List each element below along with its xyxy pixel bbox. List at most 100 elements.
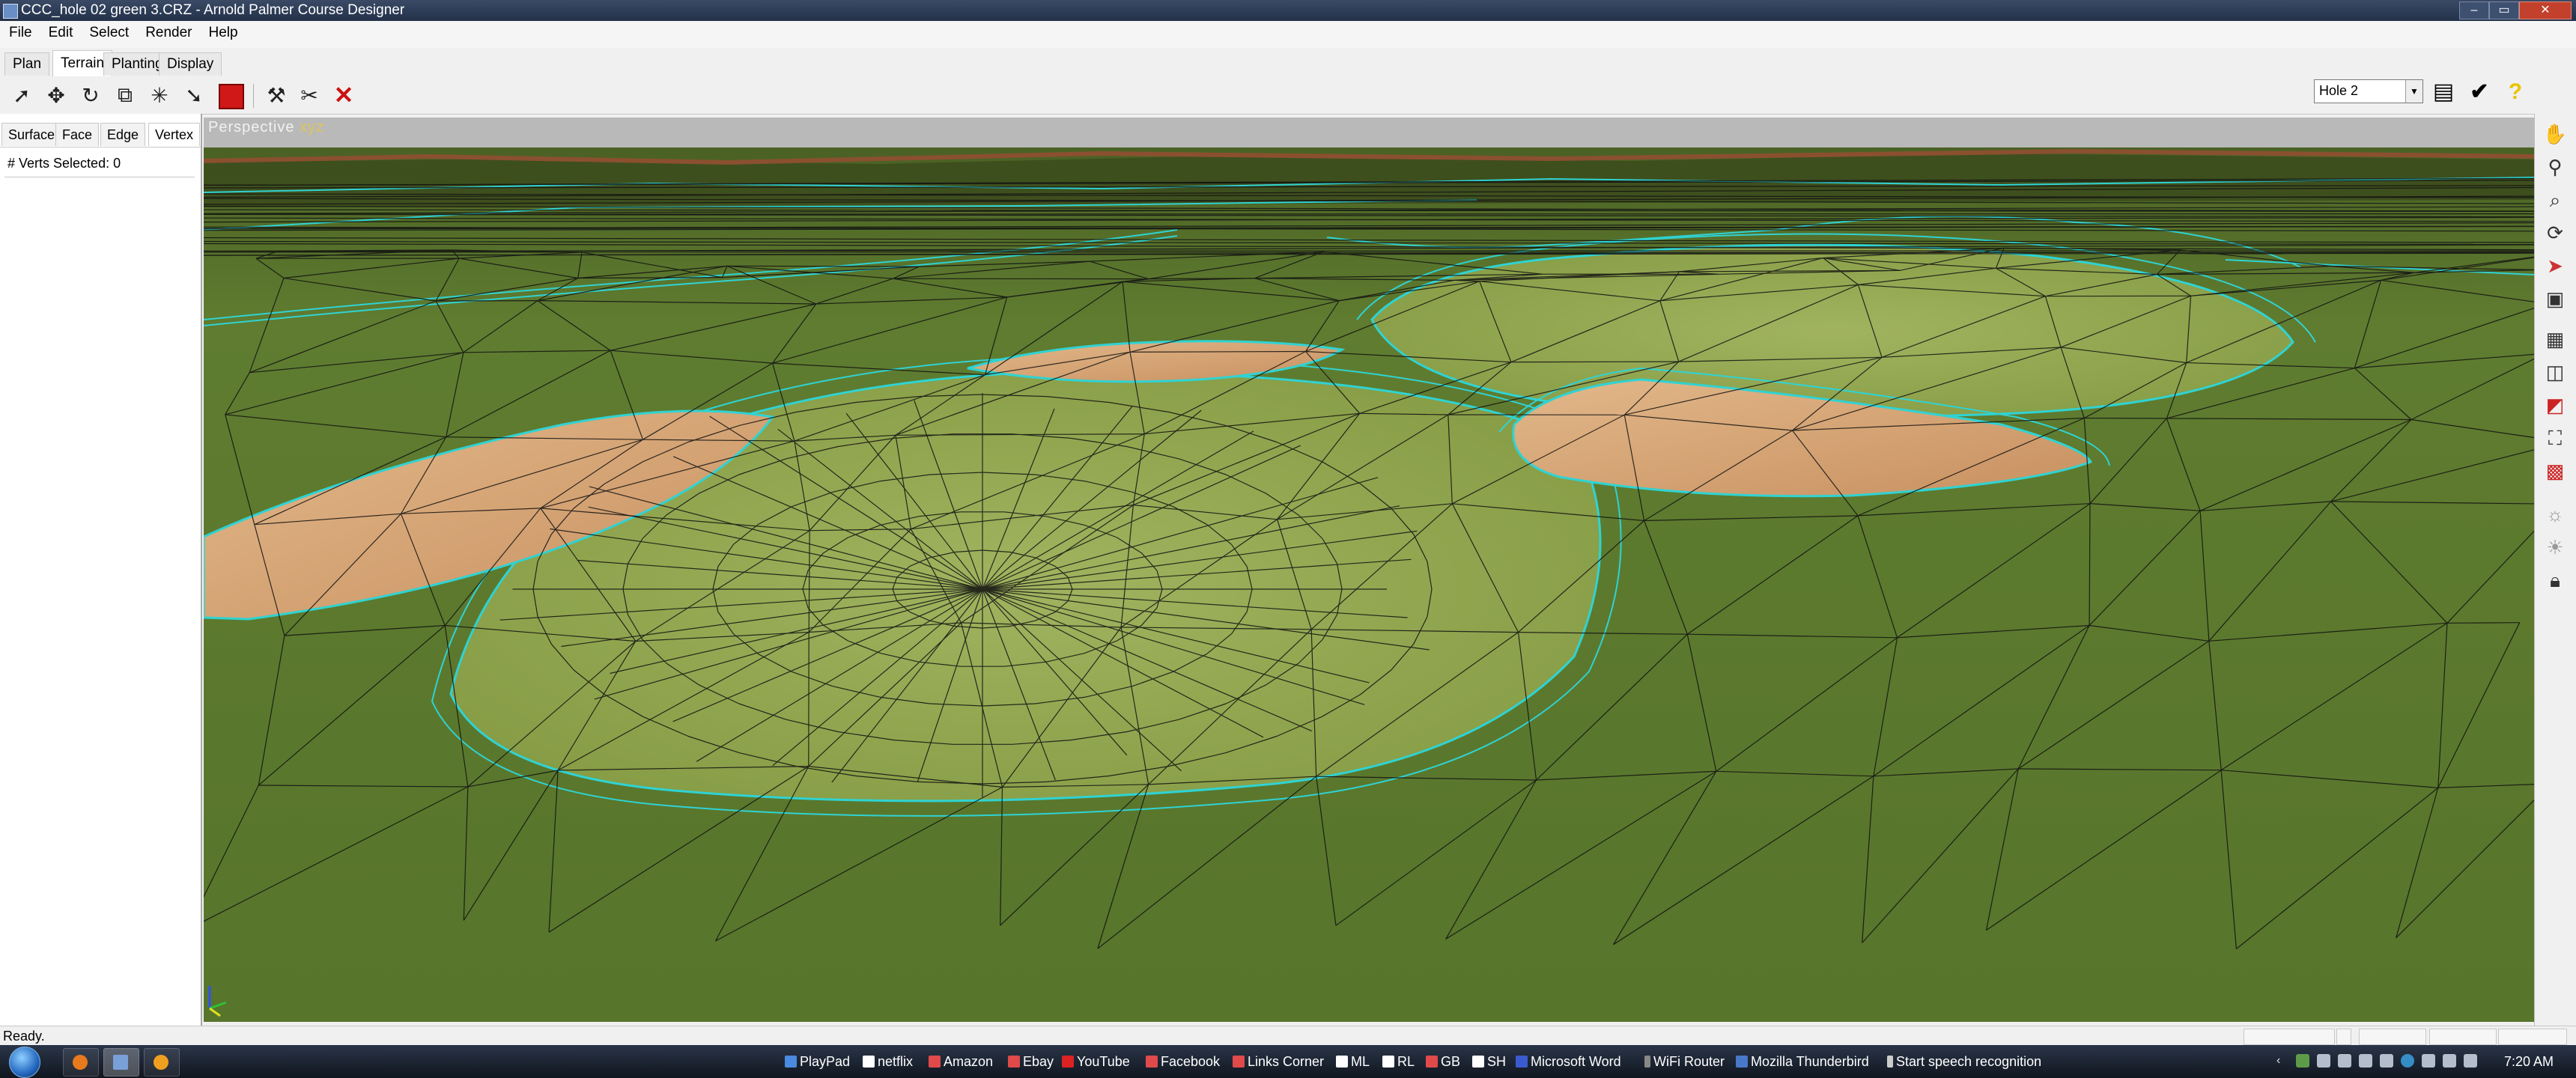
quicklink-label: Microsoft Word (1531, 1054, 1621, 1069)
tray-network-icon[interactable] (2380, 1054, 2393, 1068)
menu-help[interactable]: Help (200, 21, 246, 48)
menu-edit[interactable]: Edit (40, 21, 81, 48)
tray-app-icon[interactable] (2296, 1054, 2309, 1068)
tray-signal-icon[interactable] (2443, 1054, 2456, 1068)
tab-edge[interactable]: Edge (100, 123, 146, 146)
status-bar: Ready. (0, 1026, 2576, 1046)
quicklink-youtube[interactable]: YouTube (1062, 1054, 1130, 1070)
quicklink-label: SH (1487, 1054, 1507, 1069)
quicklink-playpad[interactable]: PlayPad (785, 1054, 850, 1070)
quicklink-label: PlayPad (800, 1054, 851, 1069)
minimize-button[interactable]: – (2459, 1, 2489, 19)
quicklink-ml[interactable]: ML (1336, 1054, 1370, 1070)
tray-volume-icon[interactable] (2422, 1054, 2435, 1068)
taskbar-course-designer[interactable] (103, 1048, 139, 1077)
fill-color-icon[interactable] (219, 84, 244, 109)
tab-display[interactable]: Display (159, 52, 222, 76)
menu-file[interactable]: File (0, 21, 40, 48)
app-icon-3 (154, 1055, 168, 1070)
menu-bar: File Edit Select Render Help (0, 21, 2576, 49)
clock[interactable]: 7:20 AM (2504, 1054, 2554, 1070)
maximize-button[interactable]: ▭ (2489, 1, 2519, 19)
quicklink-ebay[interactable]: Ebay (1008, 1054, 1054, 1070)
move-icon[interactable]: ✥ (42, 81, 70, 109)
light-2-icon[interactable]: ☀ (2541, 533, 2569, 561)
quicklink-label: Mozilla Thunderbird (1751, 1054, 1869, 1069)
tray-skype-icon[interactable] (2401, 1054, 2414, 1068)
zoom-extents-icon[interactable]: ⛶ (2541, 424, 2569, 452)
notes-icon[interactable]: ▤ (2429, 78, 2458, 106)
quicklink-label: WiFi Router (1653, 1054, 1725, 1069)
help-icon[interactable]: ? (2501, 78, 2530, 106)
view-color-icon[interactable]: ◩ (2541, 391, 2569, 419)
quicklink-facebook[interactable]: Facebook (1146, 1054, 1220, 1070)
page-icon (863, 1056, 875, 1068)
light-icon[interactable]: ☼ (2541, 500, 2569, 529)
rotate-icon[interactable]: ↻ (76, 81, 105, 109)
camera-icon[interactable]: ▣ (2541, 284, 2569, 313)
pointer-add-icon[interactable]: ➘ (180, 81, 208, 109)
quicklink-rl[interactable]: RL (1382, 1054, 1415, 1070)
perspective-viewport[interactable]: Perspective xyz (204, 118, 2534, 1022)
view-layout-icon[interactable]: ◫ (2541, 358, 2569, 386)
tab-face[interactable]: Face (55, 123, 100, 146)
quicklink-amazon[interactable]: Amazon (929, 1054, 993, 1070)
app-icon[interactable] (3, 4, 18, 19)
quicklink-gb[interactable]: GB (1426, 1054, 1460, 1070)
tab-plan[interactable]: Plan (4, 52, 50, 76)
view-front-icon[interactable]: ▦ (2541, 325, 2569, 353)
thunderbird-icon (1736, 1056, 1748, 1068)
check-icon[interactable]: ✔ (2465, 78, 2494, 106)
quicklink-speech-recognition[interactable]: Start speech recognition (1887, 1054, 2041, 1070)
tray-flag-icon[interactable] (2317, 1054, 2330, 1068)
scale-icon[interactable]: ⧉ (111, 81, 139, 109)
select-arrow-icon[interactable]: ➚ (7, 81, 36, 109)
chevron-down-icon[interactable]: ▼ (2405, 80, 2422, 103)
link-icon (1008, 1056, 1020, 1068)
flatten-icon[interactable]: ⚒ (262, 81, 291, 109)
fly-icon[interactable]: ➤ (2541, 252, 2569, 280)
link-icon (1233, 1056, 1245, 1068)
zoom-selected-icon[interactable]: ▩ (2541, 457, 2569, 485)
taskbar-app-3[interactable] (144, 1048, 180, 1077)
selection-mode-tabs: Surface Face Edge Vertex (0, 120, 201, 147)
tray-expand-icon[interactable]: ‹ (2276, 1054, 2290, 1068)
tab-vertex[interactable]: Vertex (148, 123, 201, 146)
menu-select[interactable]: Select (80, 21, 136, 48)
toolbar-separator (253, 84, 254, 108)
view-toolbar: ✋ ⚲ ⌕ ⟳ ➤ ▣ ▦ ◫ ◩ ⛶ ▩ ☼ ☀ 🔒︎ (2534, 114, 2576, 1026)
quicklink-microsoft-word[interactable]: Microsoft Word (1516, 1054, 1621, 1070)
close-button[interactable]: ✕ (2519, 1, 2572, 19)
taskbar-firefox[interactable] (63, 1048, 99, 1077)
hole-select[interactable]: Hole 2 ▼ (2314, 79, 2423, 103)
start-button[interactable] (9, 1047, 40, 1078)
lock-icon[interactable]: 🔒︎ (2541, 566, 2569, 594)
tray-monitor-icon[interactable] (2464, 1054, 2477, 1068)
menu-render[interactable]: Render (136, 21, 199, 48)
tray-usb-icon[interactable] (2359, 1054, 2372, 1068)
viewport-label-text: Perspective (208, 119, 300, 135)
left-panel: Surface Face Edge Vertex # Verts Selecte… (0, 114, 202, 1026)
tray-display-icon[interactable] (2338, 1054, 2351, 1068)
delete-icon[interactable]: ✕ (329, 81, 358, 109)
quicklink-sh[interactable]: SH (1472, 1054, 1506, 1070)
zoom-region-icon[interactable]: ⌕ (2541, 186, 2569, 214)
quicklink-label: netflix (878, 1054, 914, 1069)
quicklink-netflix[interactable]: netflix (863, 1054, 913, 1070)
quicklink-thunderbird[interactable]: Mozilla Thunderbird (1736, 1054, 1869, 1070)
quicklink-wifi-router[interactable]: WiFi Router (1644, 1054, 1725, 1070)
quicklink-label: RL (1397, 1054, 1415, 1069)
terrain-mesh-render[interactable] (204, 118, 2534, 1022)
merge-icon[interactable]: ✂ (295, 81, 323, 109)
split-icon[interactable]: ✳ (145, 81, 174, 109)
pan-hand-icon[interactable]: ✋ (2541, 120, 2569, 148)
link-icon (1146, 1056, 1158, 1068)
tab-surface[interactable]: Surface (1, 123, 62, 146)
quicklink-links-corner[interactable]: Links Corner (1233, 1054, 1324, 1070)
orbit-icon[interactable]: ⟳ (2541, 219, 2569, 247)
taskbar: PlayPad netflix Amazon Ebay YouTube Face… (0, 1045, 2576, 1078)
quicklink-label: ML (1351, 1054, 1370, 1069)
quicklink-label: Amazon (944, 1054, 994, 1069)
zoom-icon[interactable]: ⚲ (2541, 153, 2569, 181)
status-pane-2 (2359, 1029, 2426, 1045)
